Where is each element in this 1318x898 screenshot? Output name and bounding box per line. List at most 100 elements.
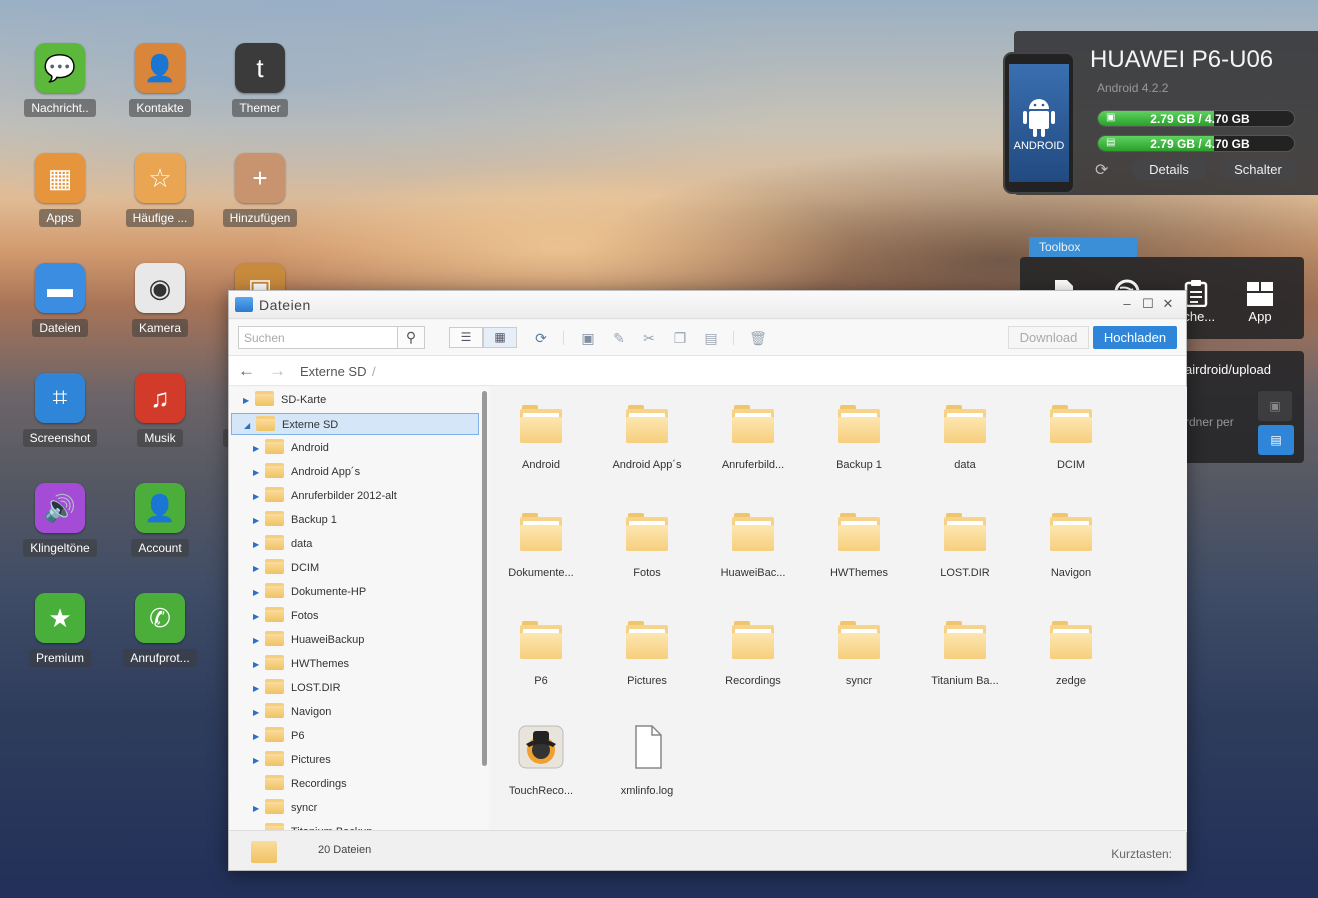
back-arrow-icon[interactable]: ← [238, 361, 255, 381]
chevron-right-icon[interactable]: ▶ [253, 798, 265, 820]
paste-icon[interactable]: ▤ [701, 328, 721, 348]
copy-icon[interactable]: ❐ [670, 328, 690, 348]
tree-node[interactable]: ▶ HuaweiBackup [253, 629, 364, 651]
breadcrumb[interactable]: Externe SD [300, 364, 366, 379]
new-folder-icon[interactable]: ▣ [578, 328, 598, 348]
desktop-icon[interactable]: ★ Premium [10, 593, 110, 670]
toolbox-tab[interactable]: Toolbox [1029, 237, 1137, 257]
file-item[interactable]: Dokumente... [491, 513, 591, 579]
refresh-icon[interactable]: ⟳ [531, 328, 551, 348]
chevron-right-icon[interactable]: ▶ [253, 654, 265, 676]
forward-arrow-icon[interactable]: → [269, 361, 286, 381]
desktop-icon[interactable]: ✆ Anrufprot... [110, 593, 210, 670]
desktop-icon[interactable]: ♫ Musik [110, 373, 210, 450]
tree-node[interactable]: ▶ Fotos [253, 605, 319, 627]
details-button[interactable]: Details [1131, 159, 1207, 180]
tree-node[interactable]: ▶ Backup 1 [253, 509, 337, 531]
desktop-icon[interactable]: ▦ Apps [10, 153, 110, 230]
desktop-icon[interactable]: ◉ Kamera [110, 263, 210, 340]
file-item[interactable]: Anruferbild... [703, 405, 803, 471]
tree-node[interactable]: ▶ Anruferbilder 2012-alt [253, 485, 397, 507]
file-item[interactable]: syncr [809, 621, 909, 687]
chevron-right-icon[interactable]: ▶ [253, 726, 265, 748]
upload-file-button[interactable]: ▤ [1258, 425, 1294, 455]
delete-icon[interactable]: 🗑 [748, 328, 768, 348]
search-button[interactable]: ⚲ [397, 326, 425, 349]
chevron-right-icon[interactable]: ▶ [253, 630, 265, 652]
file-item[interactable]: Android App´s [597, 405, 697, 471]
refresh-icon[interactable]: ⟳ [1095, 160, 1108, 180]
upload-folder-button[interactable]: ▣ [1258, 391, 1292, 421]
file-item[interactable]: Titanium Ba... [915, 621, 1015, 687]
chevron-right-icon[interactable]: ▶ [253, 534, 265, 556]
tree-node[interactable]: ◢ Externe SD [231, 413, 479, 435]
file-item[interactable]: P6 [491, 621, 591, 687]
file-item[interactable]: zedge [1021, 621, 1121, 687]
desktop-icon[interactable]: 👤 Kontakte [110, 43, 210, 120]
chevron-down-icon[interactable]: ◢ [244, 415, 256, 437]
file-item[interactable]: Recordings [703, 621, 803, 687]
file-item[interactable]: Backup 1 [809, 405, 909, 471]
file-item[interactable]: Pictures [597, 621, 697, 687]
file-item[interactable]: xmlinfo.log [597, 725, 697, 797]
tree-node[interactable]: ▶ DCIM [253, 557, 319, 579]
rename-icon[interactable]: ✎ [609, 328, 629, 348]
toolbox-item-app[interactable]: App [1230, 279, 1290, 324]
tree-node[interactable]: ▶ P6 [253, 725, 304, 747]
desktop-icon[interactable]: ☆ Häufige ... [110, 153, 210, 230]
desktop-icon[interactable]: 🔊 Klingeltöne [10, 483, 110, 560]
chevron-right-icon[interactable]: ▶ [253, 678, 265, 700]
tree-node[interactable]: ▶ data [253, 533, 312, 555]
tree-node[interactable]: ▶ Android [253, 437, 329, 459]
tree-node[interactable]: ▶ SD-Karte [243, 389, 473, 411]
tree-scrollbar[interactable] [482, 391, 487, 766]
download-button[interactable]: Download [1008, 326, 1089, 349]
file-item[interactable]: Navigon [1021, 513, 1121, 579]
minimize-icon[interactable]: – [1119, 296, 1135, 312]
chevron-right-icon[interactable]: ▶ [253, 462, 265, 484]
chevron-right-icon[interactable]: ▶ [243, 390, 255, 412]
chevron-right-icon[interactable]: ▶ [253, 582, 265, 604]
tree-node[interactable]: ▶ Navigon [253, 701, 331, 723]
chevron-right-icon[interactable]: ▶ [253, 486, 265, 508]
chevron-right-icon[interactable]: ▶ [253, 606, 265, 628]
chevron-right-icon[interactable]: ▶ [253, 558, 265, 580]
desktop-icon[interactable]: ⌗ Screenshot [10, 373, 110, 450]
phone-label: ANDROID [1013, 140, 1065, 152]
file-item[interactable]: LOST.DIR [915, 513, 1015, 579]
window-titlebar[interactable]: Dateien – ☐ ✕ [229, 291, 1186, 319]
chevron-right-icon[interactable]: ▶ [253, 438, 265, 460]
switch-button[interactable]: Schalter [1219, 159, 1297, 180]
upload-button[interactable]: Hochladen [1093, 326, 1177, 349]
tree-node[interactable]: Recordings [253, 773, 347, 795]
file-item[interactable]: Fotos [597, 513, 697, 579]
tree-node[interactable]: ▶ HWThemes [253, 653, 349, 675]
file-item[interactable]: data [915, 405, 1015, 471]
desktop-icon[interactable]: + Hinzufügen [210, 153, 310, 230]
tree-node[interactable]: ▶ syncr [253, 797, 317, 819]
close-icon[interactable]: ✕ [1160, 296, 1176, 312]
file-item[interactable]: DCIM [1021, 405, 1121, 471]
maximize-icon[interactable]: ☐ [1140, 296, 1156, 312]
tree-node[interactable]: ▶ LOST.DIR [253, 677, 341, 699]
file-item[interactable]: HuaweiBac... [703, 513, 803, 579]
shortcuts-link[interactable]: Kurztasten: [1111, 847, 1172, 861]
file-item[interactable]: TouchReco... [491, 725, 591, 797]
chevron-right-icon[interactable]: ▶ [253, 510, 265, 532]
folder-icon [265, 439, 284, 454]
chevron-right-icon[interactable]: ▶ [253, 702, 265, 724]
file-item[interactable]: Android [491, 405, 591, 471]
desktop-icon[interactable]: ▬ Dateien [10, 263, 110, 340]
tree-node[interactable]: ▶ Android App´s [253, 461, 360, 483]
tree-node[interactable]: ▶ Dokumente-HP [253, 581, 366, 603]
desktop-icon[interactable]: t Themer [210, 43, 310, 120]
grid-view-button[interactable]: ▦ [483, 327, 517, 348]
desktop-icon[interactable]: 💬 Nachricht.. [10, 43, 110, 120]
file-item[interactable]: HWThemes [809, 513, 909, 579]
cut-icon[interactable]: ✂ [639, 328, 659, 348]
desktop-icon[interactable]: 👤 Account [110, 483, 210, 560]
chevron-right-icon[interactable]: ▶ [253, 750, 265, 772]
tree-node[interactable]: ▶ Pictures [253, 749, 331, 771]
list-view-button[interactable]: ☰ [449, 327, 483, 348]
search-input[interactable] [238, 326, 398, 349]
